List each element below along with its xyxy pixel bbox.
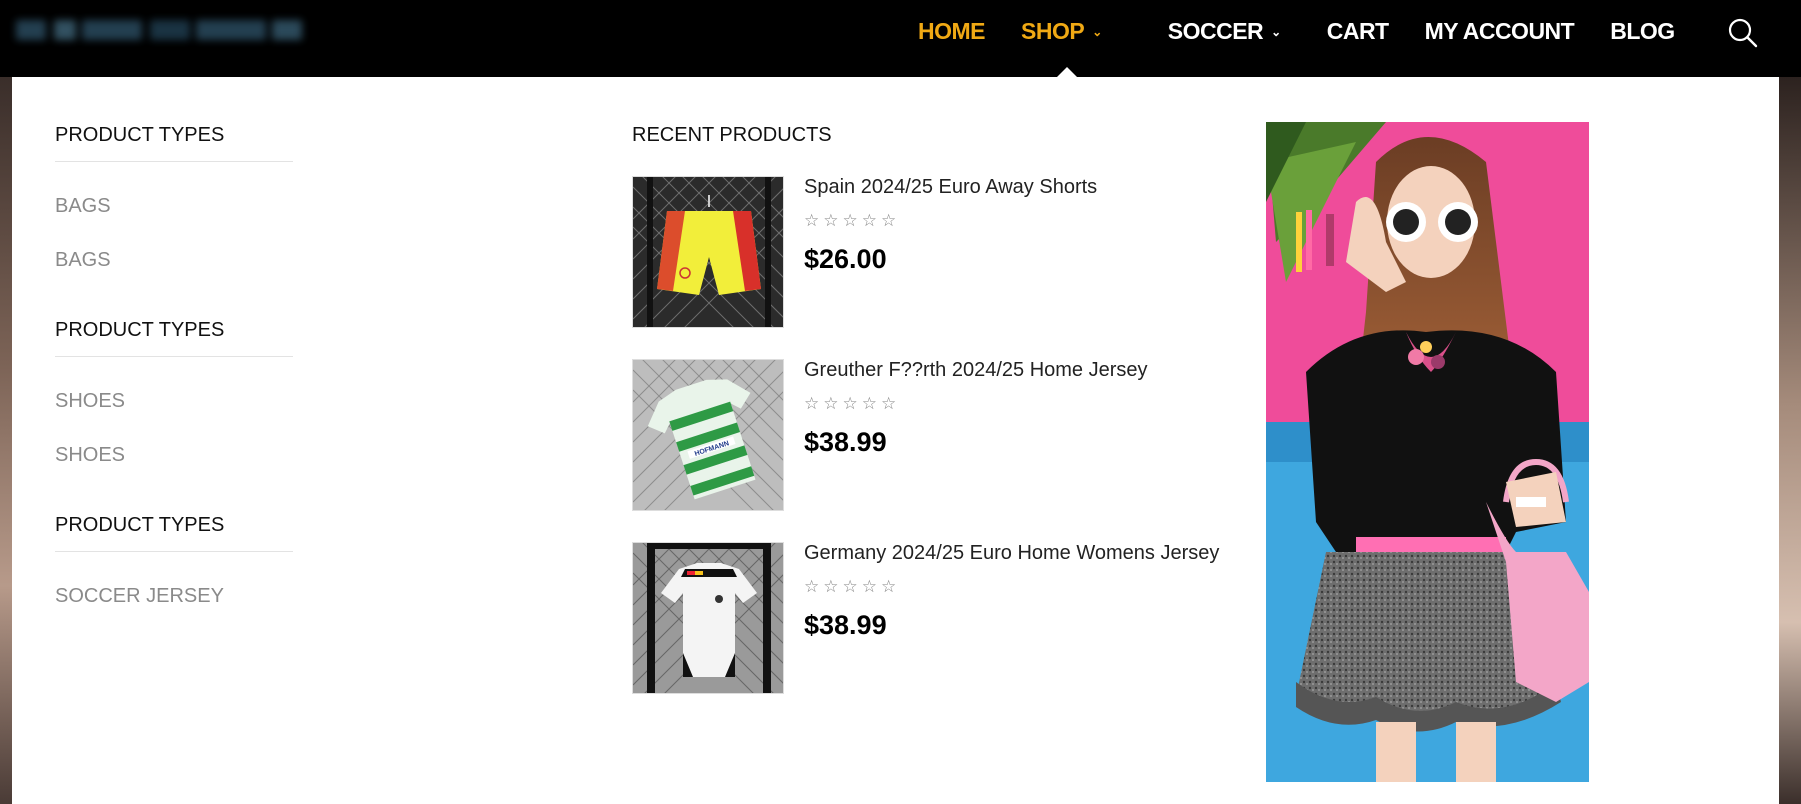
type-link-bags[interactable]: BAGS (55, 249, 293, 272)
product-name[interactable]: Germany 2024/25 Euro Home Womens Jersey (804, 542, 1219, 565)
nav-my-account[interactable]: MY ACCOUNT (1425, 18, 1575, 45)
product-item: HOFMANN Greuther F??rth 2024/25 Home Jer… (632, 359, 1252, 511)
star-icon: ☆ (842, 211, 858, 230)
recent-products-title: RECENT PRODUCTS (632, 124, 832, 146)
star-icon: ☆ (881, 211, 897, 230)
star-icon: ☆ (861, 577, 877, 596)
product-item: Spain 2024/25 Euro Away Shorts ☆ ☆ ☆ ☆ ☆… (632, 176, 1252, 328)
nav-my-account-label: MY ACCOUNT (1424, 17, 1575, 44)
star-icon: ☆ (804, 394, 820, 413)
promo-banner-image[interactable] (1266, 122, 1589, 782)
search-icon[interactable] (1727, 17, 1759, 49)
nav-shop-label: SHOP (1021, 17, 1085, 44)
product-price: $38.99 (804, 610, 887, 640)
nav-soccer[interactable]: SOCCER ⌄ (1168, 18, 1281, 45)
type-link-soccer-jersey[interactable]: SOCCER JERSEY (55, 585, 293, 608)
nav-blog-label: BLOG (1610, 17, 1675, 44)
nav-home-label: HOME (918, 17, 986, 44)
type-link-shoes[interactable]: SHOES (55, 390, 293, 413)
star-icon: ☆ (881, 577, 897, 596)
shop-mega-menu: PRODUCT TYPES BAGS BAGS PRODUCT TYPES SH… (12, 77, 1779, 804)
product-name[interactable]: Spain 2024/25 Euro Away Shorts (804, 176, 1097, 199)
product-thumbnail[interactable] (632, 176, 784, 328)
dropdown-caret (1057, 67, 1077, 77)
type-link-shoes[interactable]: SHOES (55, 444, 293, 467)
star-icon: ☆ (823, 394, 839, 413)
star-icon: ☆ (861, 211, 877, 230)
nav-shop[interactable]: SHOP ⌄ (1021, 18, 1102, 45)
product-price: $38.99 (804, 427, 887, 457)
product-types-group: PRODUCT TYPES SHOES SHOES (55, 319, 293, 467)
product-types-group: PRODUCT TYPES BAGS BAGS (55, 124, 293, 272)
product-item: Germany 2024/25 Euro Home Womens Jersey … (632, 542, 1252, 694)
star-icon: ☆ (804, 577, 820, 596)
product-price: $26.00 (804, 244, 887, 274)
star-rating: ☆ ☆ ☆ ☆ ☆ (804, 395, 896, 412)
main-nav: HOME SHOP ⌄ SOCCER ⌄ CART MY ACCOUNT BLO… (918, 0, 1711, 62)
product-name[interactable]: Greuther F??rth 2024/25 Home Jersey (804, 359, 1148, 382)
chevron-down-icon: ⌄ (1092, 25, 1102, 39)
star-rating: ☆ ☆ ☆ ☆ ☆ (804, 578, 896, 595)
site-logo[interactable] (10, 12, 310, 48)
site-header: HOME SHOP ⌄ SOCCER ⌄ CART MY ACCOUNT BLO… (0, 0, 1801, 77)
nav-home[interactable]: HOME (918, 17, 986, 45)
star-icon: ☆ (881, 394, 897, 413)
nav-cart[interactable]: CART (1327, 18, 1389, 45)
nav-soccer-label: SOCCER (1167, 17, 1264, 44)
hero-background-left (0, 77, 12, 804)
group-title: PRODUCT TYPES (55, 124, 293, 162)
product-thumbnail[interactable] (632, 542, 784, 694)
nav-cart-label: CART (1326, 17, 1389, 44)
star-icon: ☆ (804, 211, 820, 230)
nav-blog[interactable]: BLOG (1610, 17, 1675, 45)
star-rating: ☆ ☆ ☆ ☆ ☆ (804, 212, 896, 229)
hero-background-right (1779, 77, 1801, 804)
star-icon: ☆ (861, 394, 877, 413)
star-icon: ☆ (842, 394, 858, 413)
product-thumbnail[interactable]: HOFMANN (632, 359, 784, 511)
star-icon: ☆ (823, 577, 839, 596)
type-link-bags[interactable]: BAGS (55, 195, 293, 218)
group-title: PRODUCT TYPES (55, 319, 293, 357)
group-title: PRODUCT TYPES (55, 514, 293, 552)
star-icon: ☆ (823, 211, 839, 230)
product-types-group: PRODUCT TYPES SOCCER JERSEY (55, 514, 293, 608)
star-icon: ☆ (842, 577, 858, 596)
chevron-down-icon: ⌄ (1271, 25, 1281, 39)
